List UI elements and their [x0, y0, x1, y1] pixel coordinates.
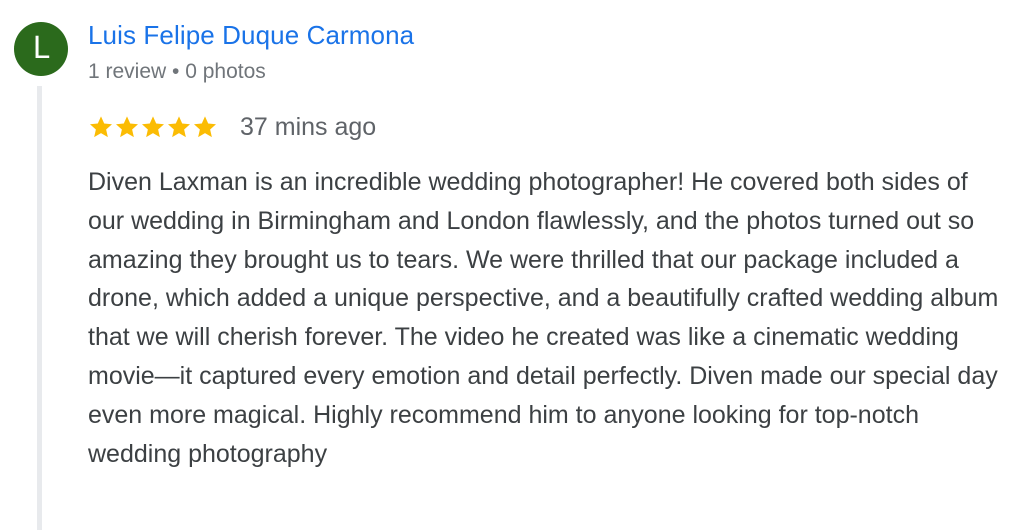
reviewer-name-link[interactable]: Luis Felipe Duque Carmona — [88, 20, 414, 51]
star-icon — [88, 114, 114, 140]
avatar-letter: L — [32, 31, 50, 66]
star-icon — [114, 114, 140, 140]
review-text: Diven Laxman is an incredible wedding ph… — [88, 168, 999, 468]
thread-line — [37, 86, 42, 530]
avatar[interactable]: L — [14, 22, 68, 76]
review-timestamp: 37 mins ago — [240, 112, 377, 141]
star-icon — [166, 114, 192, 140]
star-icon — [192, 114, 218, 140]
star-rating — [88, 114, 218, 140]
reviewer-meta: 1 review • 0 photos — [88, 60, 266, 83]
rating-row: 37 mins ago — [88, 111, 376, 143]
star-icon — [140, 114, 166, 140]
review-card: L Luis Felipe Duque Carmona 1 review • 0… — [0, 0, 1024, 530]
